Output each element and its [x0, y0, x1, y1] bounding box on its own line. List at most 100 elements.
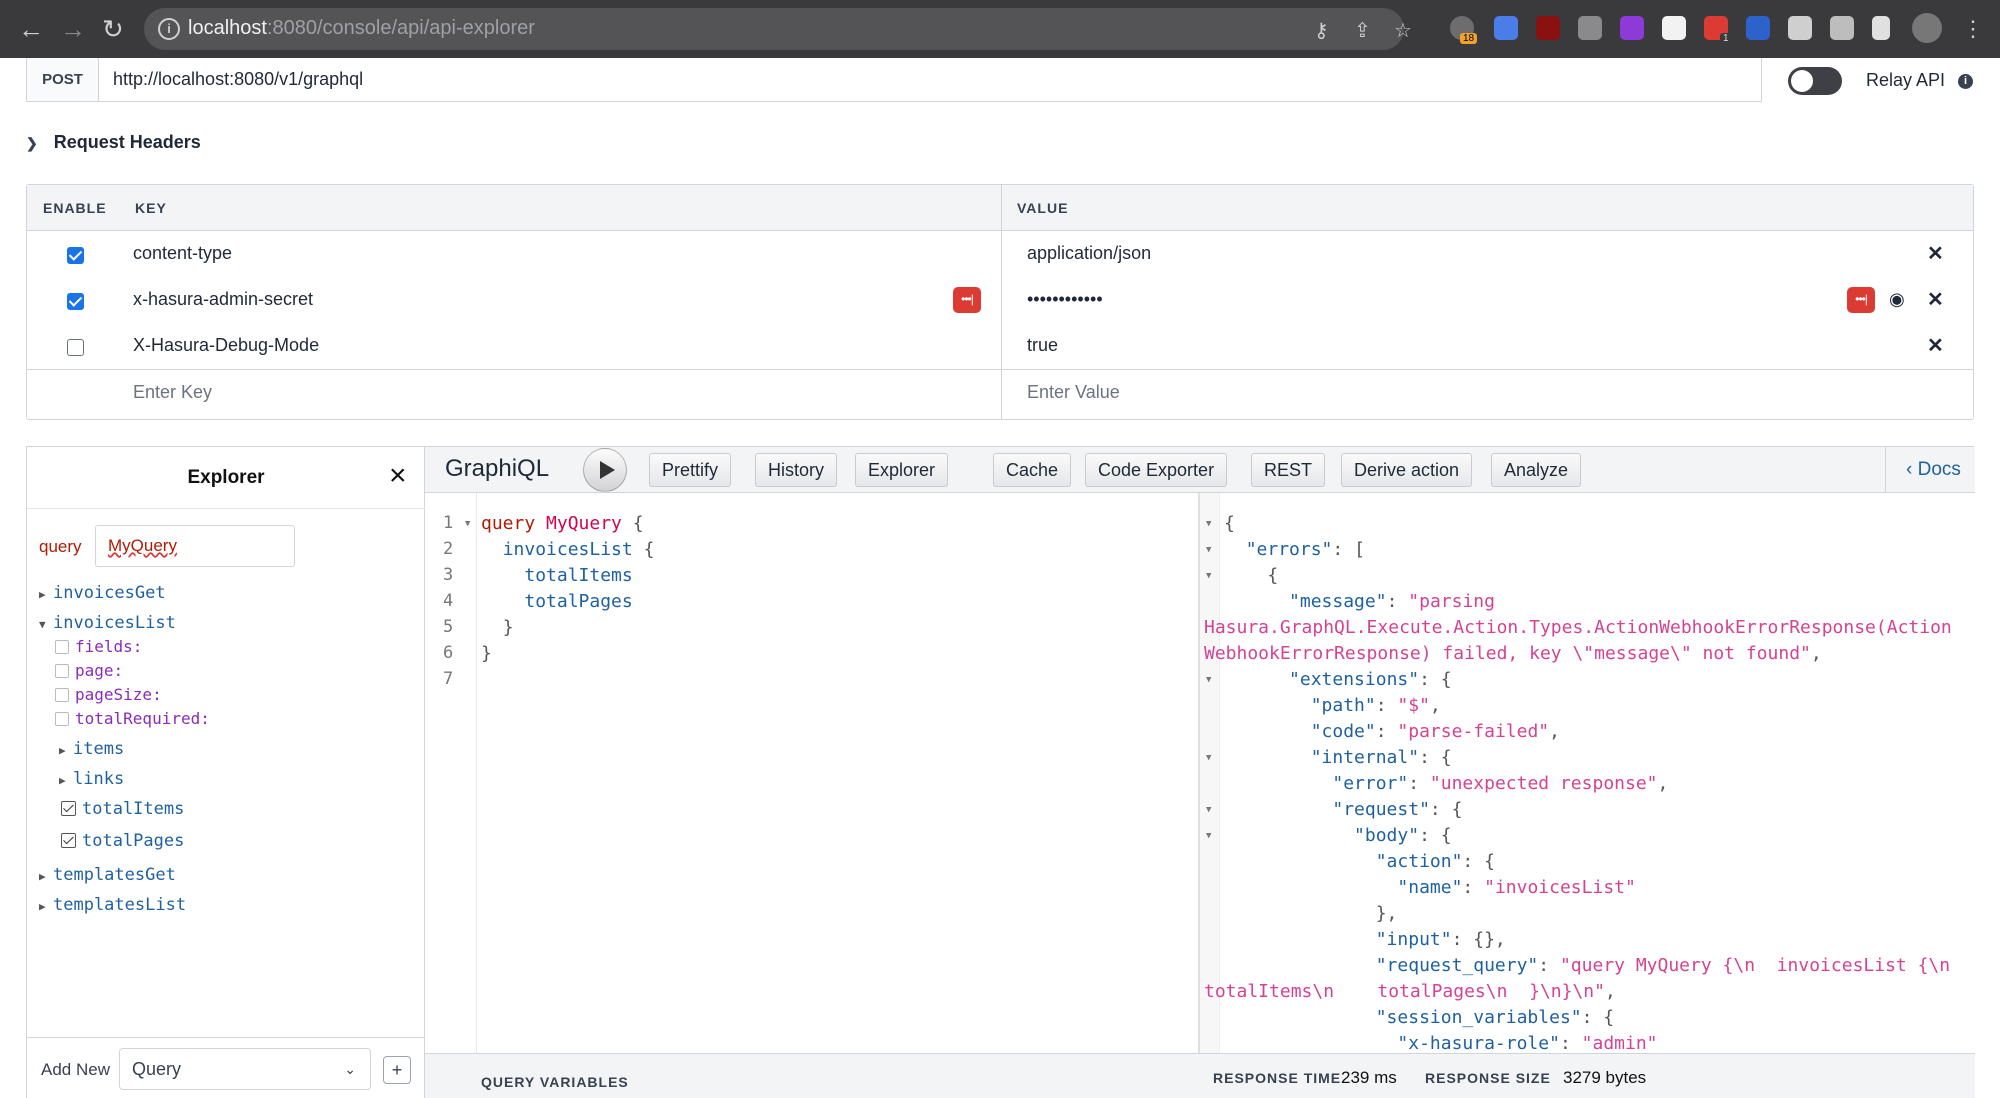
arg-checkbox[interactable] [55, 640, 69, 654]
explorer-field-items[interactable]: ▶ items [59, 739, 124, 759]
forward-icon[interactable]: → [60, 14, 86, 44]
explorer-field-links[interactable]: ▶ links [59, 769, 124, 789]
explorer-field-invoicesGet[interactable]: ▶ invoicesGet [39, 583, 166, 603]
query-editor[interactable]: 1 ▼ 2 3 4 5 6 7 query MyQuery { invoices… [425, 493, 1199, 1053]
explorer-footer: Add New Query ⌄ + [27, 1037, 425, 1098]
menu-icon[interactable]: ⋮ [1962, 14, 1984, 44]
explorer-field-totalItems[interactable]: totalItems [61, 799, 184, 819]
response-time-label: RESPONSE TIME [1213, 1070, 1342, 1086]
key-icon[interactable]: ⚷ [1314, 18, 1329, 43]
explorer-arg-fields[interactable]: fields: [55, 637, 142, 656]
fold-icon[interactable]: ▼ [1206, 805, 1211, 815]
prettify-button[interactable]: Prettify [649, 453, 732, 487]
translate-extension-icon[interactable] [1494, 16, 1518, 40]
avatar[interactable] [1912, 13, 1942, 43]
fold-icon[interactable]: ▼ [1206, 831, 1211, 841]
header-enable-checkbox[interactable] [67, 247, 84, 264]
share-icon[interactable]: ⇪ [1354, 18, 1371, 43]
arg-checkbox[interactable] [55, 688, 69, 702]
explorer-field-invoicesList[interactable]: ▼ invoicesList [39, 613, 176, 633]
chevron-down-icon: ❯ [26, 135, 38, 151]
code-exporter-button[interactable]: Code Exporter [1085, 453, 1228, 487]
add-new-label: Add New [41, 1060, 110, 1079]
header-value-masked[interactable]: •••••••••••• [1027, 289, 1103, 310]
history-button[interactable]: History [755, 453, 838, 487]
method-selector[interactable]: POST [27, 58, 99, 101]
explorer-field-templatesList[interactable]: ▶ templatesList [39, 895, 186, 915]
response-gutter: ▼ ▼ ▼ ▼ ▼ ▼ ▼ [1200, 493, 1220, 1053]
header-key[interactable]: x-hasura-admin-secret [133, 289, 313, 310]
add-operation-button[interactable]: + [383, 1056, 411, 1084]
checked-checkbox-icon[interactable] [61, 833, 76, 848]
column-key: KEY [135, 200, 167, 216]
close-icon[interactable]: × [389, 461, 407, 491]
puzzle-icon[interactable] [1830, 16, 1854, 40]
header-row: X-Hasura-Debug-Mode true ✕ [27, 323, 1973, 369]
rest-button[interactable]: REST [1251, 453, 1326, 487]
explorer-field-totalPages[interactable]: totalPages [61, 831, 184, 851]
header-enable-checkbox[interactable] [67, 339, 84, 356]
cache-button[interactable]: Cache [993, 453, 1072, 487]
relay-api-toggle[interactable] [1788, 67, 1842, 95]
relay-api-label: Relay API [1866, 70, 1946, 90]
url-path: :8080/console/api/api-explorer [266, 17, 535, 39]
sidebar-icon[interactable] [1872, 16, 1890, 40]
response-viewer[interactable]: ▼ ▼ ▼ ▼ ▼ ▼ ▼ { "errors": [ { "message":… [1199, 493, 1975, 1053]
new-header-row: Enter Key Enter Value [27, 369, 1973, 415]
analyze-button[interactable]: Analyze [1491, 453, 1582, 487]
explorer-arg-pageSize[interactable]: pageSize: [55, 685, 162, 704]
password-manager-icon[interactable]: •••| [953, 287, 981, 313]
fold-icon[interactable]: ▼ [1206, 675, 1211, 685]
explorer-arg-page[interactable]: page: [55, 661, 123, 680]
header-enable-checkbox[interactable] [67, 293, 84, 310]
checked-checkbox-icon[interactable] [61, 801, 76, 816]
address-bar[interactable]: i localhost:8080/console/api/api-explore… [144, 8, 1412, 50]
arg-checkbox[interactable] [55, 712, 69, 726]
extension-icon-purple[interactable] [1620, 16, 1644, 40]
info-icon[interactable]: i [1958, 74, 1973, 89]
camera-extension-icon[interactable] [1578, 16, 1602, 40]
docs-button[interactable]: ‹ Docs [1885, 447, 1975, 492]
fold-icon[interactable]: ▼ [1206, 519, 1211, 529]
column-value: VALUE [1017, 200, 1069, 216]
new-header-key-input[interactable]: Enter Key [133, 382, 212, 403]
remove-header-icon[interactable]: ✕ [1927, 287, 1944, 312]
header-row: x-hasura-admin-secret •••| •••••••••••• … [27, 277, 1973, 323]
derive-action-button[interactable]: Derive action [1341, 453, 1473, 487]
fold-icon[interactable]: ▼ [465, 519, 470, 529]
header-value[interactable]: application/json [1027, 243, 1151, 264]
reload-icon[interactable]: ↻ [102, 14, 124, 44]
arg-checkbox[interactable] [55, 664, 69, 678]
fold-icon[interactable]: ▼ [1206, 571, 1211, 581]
graphiql-toolbar: GraphiQL Prettify History Explorer Cache… [425, 447, 1975, 493]
back-icon[interactable]: ← [18, 14, 44, 44]
operation-name-input[interactable]: MyQuery [95, 525, 295, 567]
endpoint-url-input[interactable]: http://localhost:8080/v1/graphql [113, 58, 363, 101]
request-headers-toggle[interactable]: ❯ Request Headers [26, 132, 201, 153]
explorer-arg-totalRequired[interactable]: totalRequired: [55, 709, 210, 728]
pen-extension-icon[interactable] [1746, 16, 1770, 40]
header-key[interactable]: X-Hasura-Debug-Mode [133, 335, 319, 356]
operation-type-select[interactable]: Query ⌄ [119, 1048, 371, 1090]
execute-query-button[interactable] [583, 448, 627, 492]
bookmark-star-icon[interactable]: ☆ [1394, 18, 1412, 43]
remove-header-icon[interactable]: ✕ [1927, 241, 1944, 266]
eye-icon[interactable]: ◉ [1889, 289, 1905, 310]
line-gutter: 1 ▼ 2 3 4 5 6 7 [425, 493, 477, 1053]
document-extension-icon[interactable] [1788, 16, 1812, 40]
fold-icon[interactable]: ▼ [1206, 753, 1211, 763]
fold-icon[interactable]: ▼ [1206, 545, 1211, 555]
remove-header-icon[interactable]: ✕ [1927, 333, 1944, 358]
header-key[interactable]: content-type [133, 243, 232, 264]
explorer-button[interactable]: Explorer [855, 453, 949, 487]
ublock-extension-icon[interactable] [1536, 16, 1560, 40]
notion-extension-icon[interactable] [1662, 16, 1686, 40]
new-header-value-input[interactable]: Enter Value [1027, 382, 1120, 403]
header-value[interactable]: true [1027, 335, 1058, 356]
code-line: invoicesList { [502, 539, 655, 560]
code-line: } [502, 617, 514, 638]
query-variables-bar[interactable]: QUERY VARIABLES [425, 1053, 1199, 1098]
explorer-field-templatesGet[interactable]: ▶ templatesGet [39, 865, 176, 885]
password-manager-icon[interactable]: •••| [1847, 287, 1875, 313]
site-info-icon[interactable]: i [158, 18, 180, 40]
